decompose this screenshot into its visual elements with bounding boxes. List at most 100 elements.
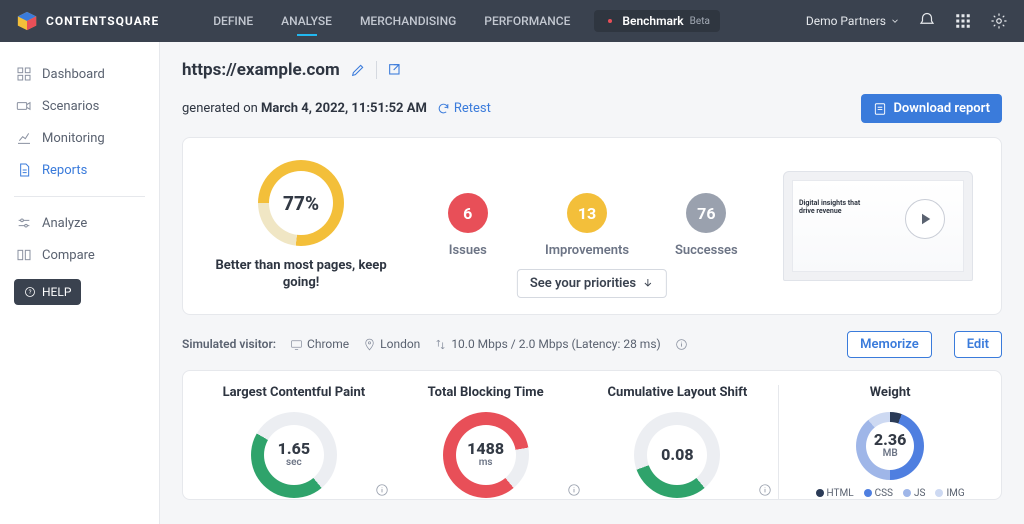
topbar-right: Demo Partners bbox=[806, 12, 1008, 30]
nav-define[interactable]: DEFINE bbox=[199, 0, 267, 42]
lcp-info[interactable] bbox=[375, 483, 389, 501]
lcp-unit: sec bbox=[286, 457, 302, 468]
cond-location: London bbox=[363, 337, 420, 351]
sidebar-label: Analyze bbox=[42, 216, 87, 231]
camera-icon bbox=[16, 98, 32, 114]
cls-info[interactable] bbox=[758, 483, 772, 501]
page-url: https://example.com bbox=[182, 60, 340, 80]
tbt-info[interactable] bbox=[567, 483, 581, 501]
info-icon bbox=[675, 338, 688, 351]
chevron-down-icon bbox=[890, 16, 900, 26]
user-name: Demo Partners bbox=[806, 14, 886, 28]
video-preview: Digital insights that drive revenue bbox=[783, 171, 973, 281]
stat-successes: 76 Successes bbox=[664, 193, 749, 258]
retest-label: Retest bbox=[454, 101, 491, 116]
lcp-value: 1.65 bbox=[278, 441, 310, 457]
play-button[interactable] bbox=[905, 199, 945, 239]
help-button[interactable]: ? HELP bbox=[14, 279, 81, 305]
divider bbox=[376, 61, 377, 79]
chart-icon bbox=[16, 130, 32, 146]
beta-badge: Beta bbox=[690, 16, 710, 27]
brand-name: CONTENTSQUARE bbox=[46, 14, 159, 28]
dashboard-icon bbox=[16, 66, 32, 82]
score-value: 77% bbox=[269, 171, 333, 235]
cond-network: 10.0 Mbps / 2.0 Mbps (Latency: 28 ms) bbox=[434, 337, 660, 351]
main-nav: DEFINE ANALYSE MERCHANDISING PERFORMANCE… bbox=[199, 0, 720, 42]
help-icon: ? bbox=[24, 286, 36, 298]
edit-url-button[interactable] bbox=[350, 62, 366, 78]
lcp-title: Largest Contentful Paint bbox=[223, 385, 366, 400]
memorize-button[interactable]: Memorize bbox=[847, 331, 932, 358]
nav-benchmark[interactable]: Benchmark Beta bbox=[594, 10, 720, 32]
weight-chart: 2.36 MB bbox=[856, 412, 924, 480]
stat-issues: 6 Issues bbox=[425, 193, 510, 258]
successes-label: Successes bbox=[675, 243, 738, 258]
metrics-card: Largest Contentful Paint 1.65 sec Total … bbox=[182, 370, 1002, 500]
svg-text:?: ? bbox=[29, 289, 32, 296]
brand-logo[interactable]: CONTENTSQUARE bbox=[16, 10, 159, 32]
apps-icon[interactable] bbox=[954, 12, 972, 30]
metric-cls: Cumulative Layout Shift 0.08 bbox=[587, 385, 769, 499]
priorities-label: See your priorities bbox=[530, 276, 636, 291]
tbt-unit: ms bbox=[479, 457, 493, 468]
generated-row: generated on March 4, 2022, 11:51:52 AM … bbox=[182, 94, 1002, 123]
sidebar-scenarios[interactable]: Scenarios bbox=[0, 90, 159, 122]
improvements-count: 13 bbox=[567, 193, 607, 233]
weight-legend: HTML CSS JS IMG bbox=[816, 488, 965, 499]
tbt-title: Total Blocking Time bbox=[428, 385, 544, 400]
conditions-row: Simulated visitor: Chrome London 10.0 Mb… bbox=[182, 331, 1002, 358]
issues-label: Issues bbox=[449, 243, 487, 258]
location-icon bbox=[363, 338, 376, 351]
nav-performance[interactable]: PERFORMANCE bbox=[470, 0, 584, 42]
divider bbox=[14, 196, 145, 197]
main-content: https://example.com generated on March 4… bbox=[160, 42, 1024, 524]
play-icon bbox=[916, 210, 934, 228]
cond-info[interactable] bbox=[675, 338, 688, 351]
user-dropdown[interactable]: Demo Partners bbox=[806, 14, 900, 28]
notifications-icon[interactable] bbox=[918, 12, 936, 30]
sidebar-reports[interactable]: Reports bbox=[0, 154, 159, 186]
sidebar-label: Compare bbox=[42, 248, 95, 263]
successes-count: 76 bbox=[686, 193, 726, 233]
preview-caption: Digital insights that drive revenue bbox=[799, 199, 869, 216]
sidebar-dashboard[interactable]: Dashboard bbox=[0, 58, 159, 90]
sidebar: Dashboard Scenarios Monitoring Reports A… bbox=[0, 42, 160, 524]
sliders-icon bbox=[16, 215, 32, 231]
cond-browser: Chrome bbox=[290, 337, 349, 351]
contentsquare-logo-icon bbox=[16, 10, 38, 32]
download-label: Download report bbox=[893, 101, 990, 116]
weight-value: 2.36 bbox=[874, 432, 906, 448]
metric-tbt: Total Blocking Time 1488 ms bbox=[395, 385, 577, 499]
pdf-icon bbox=[873, 102, 887, 116]
refresh-icon bbox=[437, 102, 450, 115]
see-priorities-button[interactable]: See your priorities bbox=[517, 269, 667, 298]
score-ring: 77% bbox=[258, 160, 344, 246]
document-icon bbox=[16, 162, 32, 178]
sidebar-compare[interactable]: Compare bbox=[0, 239, 159, 271]
settings-icon[interactable] bbox=[990, 12, 1008, 30]
nav-merchandising[interactable]: MERCHANDISING bbox=[346, 0, 470, 42]
weight-unit: MB bbox=[883, 448, 898, 459]
top-bar: CONTENTSQUARE DEFINE ANALYSE MERCHANDISI… bbox=[0, 0, 1024, 42]
sidebar-label: Dashboard bbox=[42, 67, 105, 82]
nav-benchmark-label: Benchmark bbox=[622, 14, 683, 28]
cls-value: 0.08 bbox=[661, 447, 693, 463]
issues-count: 6 bbox=[448, 193, 488, 233]
score-block: 77% Better than most pages, keep going! bbox=[211, 160, 391, 292]
sidebar-analyze[interactable]: Analyze bbox=[0, 207, 159, 239]
metric-weight: Weight 2.36 MB HTML CSS JS IMG bbox=[778, 385, 981, 499]
nav-analyse[interactable]: ANALYSE bbox=[267, 0, 346, 42]
sidebar-label: Scenarios bbox=[42, 99, 99, 114]
url-row: https://example.com bbox=[182, 60, 1002, 80]
download-report-button[interactable]: Download report bbox=[861, 94, 1002, 123]
conditions-label: Simulated visitor: bbox=[182, 337, 276, 351]
generated-text: generated on March 4, 2022, 11:51:52 AM bbox=[182, 101, 427, 116]
open-url-button[interactable] bbox=[387, 62, 403, 78]
sidebar-monitoring[interactable]: Monitoring bbox=[0, 122, 159, 154]
retest-button[interactable]: Retest bbox=[437, 101, 491, 116]
sidebar-label: Reports bbox=[42, 163, 87, 178]
cls-title: Cumulative Layout Shift bbox=[608, 385, 748, 400]
edit-conditions-button[interactable]: Edit bbox=[954, 331, 1002, 358]
updown-icon bbox=[434, 338, 447, 351]
benchmark-icon bbox=[604, 15, 616, 27]
